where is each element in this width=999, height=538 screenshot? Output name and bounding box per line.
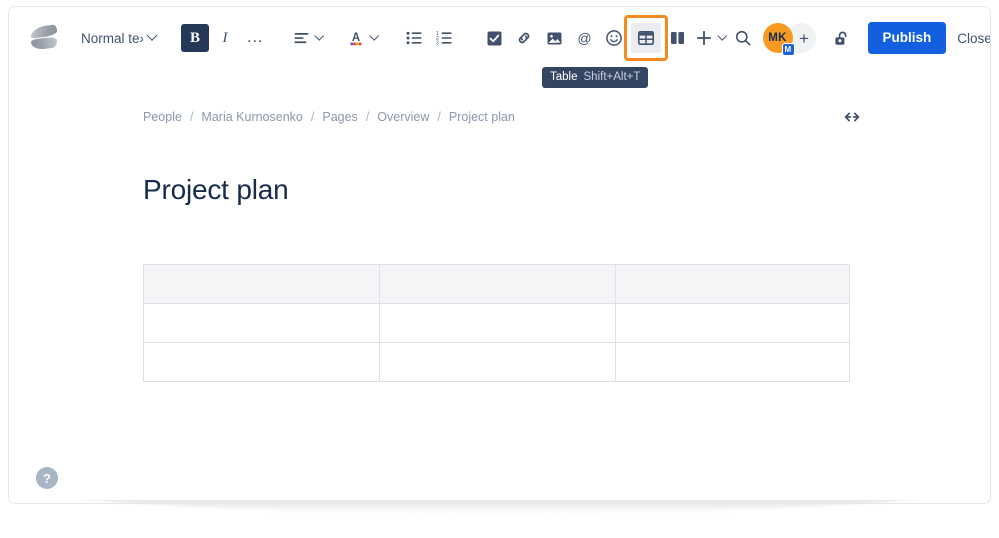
table-cell[interactable]	[615, 264, 850, 304]
table-cell[interactable]	[379, 342, 616, 382]
breadcrumb-item-maria-kurnosenko[interactable]: Maria Kurnosenko	[201, 110, 302, 124]
insert-more-dropdown[interactable]	[693, 24, 728, 52]
svg-text:3: 3	[436, 41, 439, 45]
collaborator-avatars: MK M +	[762, 23, 816, 56]
close-button[interactable]: Close	[946, 23, 990, 54]
add-people-label: +	[799, 28, 809, 48]
logo-swoosh-top	[31, 24, 57, 39]
table-row[interactable]	[143, 264, 850, 304]
chevron-down-icon	[369, 30, 379, 40]
help-icon: ?	[43, 470, 51, 486]
expand-page-width-button[interactable]	[839, 104, 865, 130]
search-button[interactable]	[729, 24, 757, 52]
page-title[interactable]: Project plan	[143, 174, 859, 206]
chevron-down-icon	[146, 29, 158, 41]
breadcrumb-separator: /	[437, 110, 441, 124]
text-style-label: Normal te›	[81, 30, 143, 46]
table-cell[interactable]	[379, 303, 616, 343]
svg-text:A: A	[351, 32, 359, 44]
more-formatting-button[interactable]: …	[241, 24, 269, 52]
table-cell[interactable]	[143, 264, 380, 304]
svg-text:@: @	[577, 30, 591, 46]
emoji-button[interactable]	[600, 24, 628, 52]
text-align-dropdown[interactable]	[290, 24, 325, 52]
page-content-inner: People / Maria Kurnosenko / Pages / Over…	[143, 107, 860, 382]
avatar-badge: M	[781, 43, 795, 56]
table-button[interactable]	[631, 23, 661, 53]
chevron-down-icon	[314, 30, 324, 40]
confluence-logo-icon[interactable]	[31, 24, 57, 51]
table-cell[interactable]	[379, 264, 616, 304]
align-left-icon[interactable]	[290, 24, 312, 52]
image-button[interactable]	[540, 24, 568, 52]
editor-toolbar: Normal te› B I … A 1 2 3 @ MK M + Publis…	[9, 7, 990, 88]
italic-label: I	[222, 29, 228, 46]
breadcrumb: People / Maria Kurnosenko / Pages / Over…	[143, 107, 859, 127]
tooltip-shortcut: Shift+Alt+T	[583, 71, 641, 83]
breadcrumb-item-overview[interactable]: Overview	[377, 110, 429, 124]
table-row[interactable]	[143, 342, 850, 382]
page-restrictions-button[interactable]	[828, 24, 856, 52]
help-button[interactable]: ?	[36, 467, 58, 489]
table-row[interactable]	[143, 303, 850, 343]
text-color-icon[interactable]: A	[345, 24, 367, 52]
tooltip-title: Table	[550, 71, 578, 83]
publish-button[interactable]: Publish	[867, 22, 947, 54]
action-item-button[interactable]	[480, 24, 508, 52]
page-layout-button[interactable]	[664, 24, 692, 52]
project-plan-table[interactable]	[143, 264, 850, 382]
bold-button[interactable]: B	[181, 24, 209, 52]
breadcrumb-separator: /	[189, 110, 194, 124]
table-tooltip: Table Shift+Alt+T	[542, 67, 649, 88]
table-cell[interactable]	[615, 303, 850, 343]
logo-swoosh-bottom	[31, 36, 57, 51]
table-cell[interactable]	[143, 303, 380, 343]
breadcrumb-separator: /	[310, 110, 315, 124]
chevron-down-icon	[717, 30, 727, 40]
breadcrumb-separator: /	[365, 110, 370, 124]
table-cell[interactable]	[615, 342, 850, 382]
text-color-dropdown[interactable]: A	[345, 24, 380, 52]
page-content-area: People / Maria Kurnosenko / Pages / Over…	[9, 69, 990, 503]
mention-button[interactable]: @	[570, 24, 598, 52]
table-cell[interactable]	[143, 342, 380, 382]
breadcrumb-item-pages[interactable]: Pages	[322, 110, 357, 124]
text-style-dropdown[interactable]: Normal te›	[75, 23, 160, 53]
breadcrumb-item-project-plan[interactable]: Project plan	[449, 110, 515, 124]
bold-label: B	[189, 29, 200, 46]
editor-window: Normal te› B I … A 1 2 3 @ MK M + Publis…	[8, 6, 991, 504]
plus-icon[interactable]	[693, 24, 715, 52]
italic-button[interactable]: I	[211, 24, 239, 52]
avatar[interactable]: MK M	[762, 23, 795, 56]
link-button[interactable]	[510, 24, 538, 52]
breadcrumb-item-people[interactable]: People	[143, 110, 182, 124]
numbered-list-button[interactable]: 1 2 3	[430, 24, 458, 52]
table-button-container	[624, 15, 668, 61]
bullet-list-button[interactable]	[400, 24, 428, 52]
